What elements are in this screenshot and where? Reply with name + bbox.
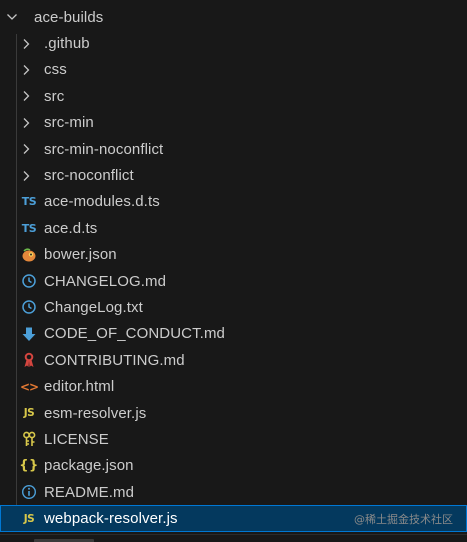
folder-label: src-min-noconflict: [44, 140, 164, 158]
file-label: ChangeLog.txt: [44, 298, 143, 316]
file-code-of-conduct-md[interactable]: CODE_OF_CONDUCT.md: [0, 321, 467, 347]
bower-icon: [20, 246, 38, 264]
file-label: ace-modules.d.ts: [44, 193, 160, 211]
file-label: CHANGELOG.md: [44, 272, 167, 290]
license-icon: [20, 430, 38, 448]
file-label: webpack-resolver.js: [44, 510, 178, 528]
info-icon: [20, 483, 38, 501]
file-editor-html[interactable]: <> editor.html: [0, 373, 467, 399]
folder-label: css: [44, 61, 67, 79]
file-changelog-md[interactable]: CHANGELOG.md: [0, 268, 467, 294]
folder-label: src-noconflict: [44, 167, 134, 185]
explorer-tree: ace-builds .github css src src-min src-m…: [0, 4, 467, 532]
html-icon: <>: [19, 379, 39, 394]
folder-css[interactable]: css: [0, 57, 467, 83]
file-readme-md[interactable]: README.md: [0, 479, 467, 505]
collapsed-section-header[interactable]: [0, 534, 467, 542]
file-esm-resolver-js[interactable]: JS esm-resolver.js: [0, 400, 467, 426]
file-label: LICENSE: [44, 430, 109, 448]
folder-label: src-min: [44, 114, 94, 132]
javascript-icon: JS: [23, 407, 35, 420]
watermark: @稀土掘金技术社区: [354, 513, 453, 526]
file-label: bower.json: [44, 246, 117, 264]
file-ace-d-ts[interactable]: TS ace.d.ts: [0, 215, 467, 241]
file-license[interactable]: LICENSE: [0, 426, 467, 452]
code-of-conduct-icon: [20, 325, 38, 343]
folder-ace-builds[interactable]: ace-builds: [0, 4, 467, 30]
file-label: CODE_OF_CONDUCT.md: [44, 325, 225, 343]
chevron-down-icon: [6, 7, 34, 27]
chevron-right-icon: [20, 86, 44, 106]
changelog-icon: [20, 272, 38, 290]
file-label: ace.d.ts: [44, 219, 98, 237]
file-bower-json[interactable]: bower.json: [0, 242, 467, 268]
folder-github[interactable]: .github: [0, 30, 467, 56]
folder-src-min[interactable]: src-min: [0, 110, 467, 136]
file-label: README.md: [44, 483, 135, 501]
folder-src-noconflict[interactable]: src-noconflict: [0, 162, 467, 188]
file-contributing-md[interactable]: CONTRIBUTING.md: [0, 347, 467, 373]
typescript-icon: TS: [21, 195, 37, 209]
folder-src-min-noconflict[interactable]: src-min-noconflict: [0, 136, 467, 162]
file-label: esm-resolver.js: [44, 404, 147, 422]
chevron-right-icon: [20, 166, 44, 186]
chevron-right-icon: [20, 113, 44, 133]
file-package-json[interactable]: {} package.json: [0, 453, 467, 479]
file-changelog-txt[interactable]: ChangeLog.txt: [0, 294, 467, 320]
chevron-right-icon: [20, 60, 44, 80]
json-icon: {}: [19, 458, 39, 474]
contributing-icon: [20, 351, 38, 369]
file-ace-modules-d-ts[interactable]: TS ace-modules.d.ts: [0, 189, 467, 215]
folder-src[interactable]: src: [0, 83, 467, 109]
folder-label: src: [44, 87, 65, 105]
chevron-right-icon: [20, 139, 44, 159]
folder-label: .github: [44, 35, 90, 53]
folder-label: ace-builds: [34, 8, 104, 26]
file-label: editor.html: [44, 378, 115, 396]
chevron-right-icon: [20, 34, 44, 54]
javascript-icon: JS: [23, 512, 35, 525]
file-label: CONTRIBUTING.md: [44, 351, 185, 369]
file-label: package.json: [44, 457, 134, 475]
changelog-icon: [20, 298, 38, 316]
typescript-icon: TS: [21, 221, 37, 235]
